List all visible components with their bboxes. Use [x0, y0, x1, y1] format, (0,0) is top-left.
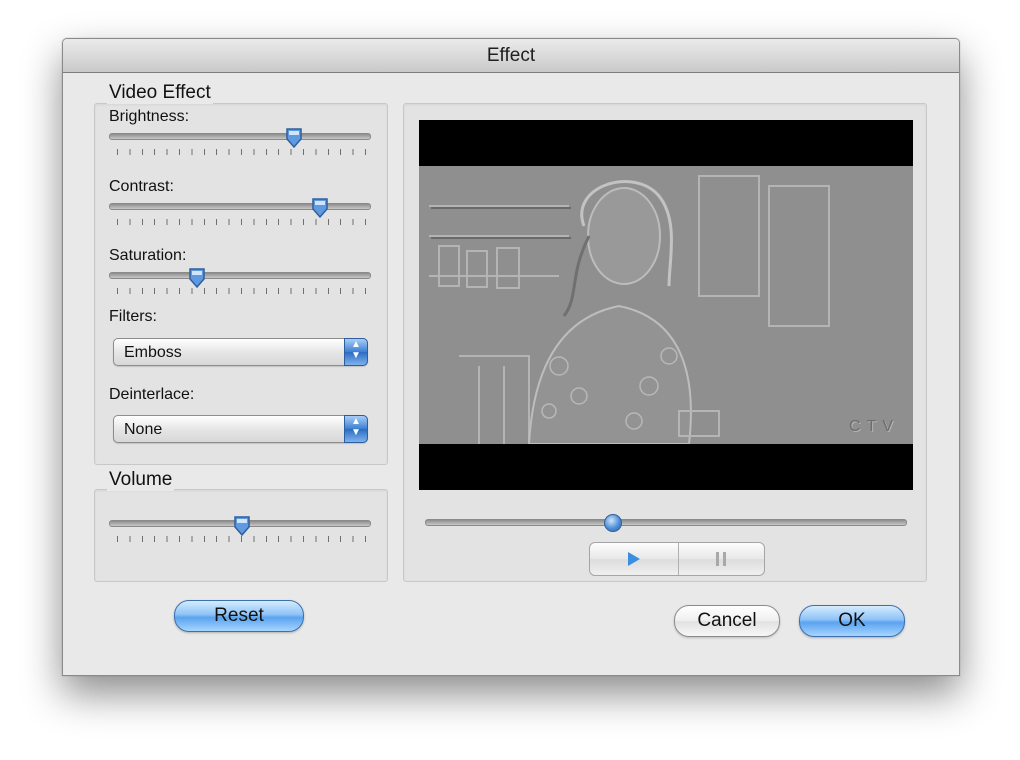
deinterlace-value: None — [124, 421, 163, 438]
effect-dialog: Effect Video Effect Brightness: Contrast… — [62, 38, 960, 676]
seek-slider[interactable] — [425, 519, 907, 526]
volume-thumb[interactable] — [233, 515, 251, 537]
title-bar[interactable]: Effect — [63, 39, 959, 73]
contrast-ticks — [117, 219, 367, 225]
saturation-thumb[interactable] — [188, 267, 206, 289]
filters-popup[interactable]: Emboss ▲ ▼ — [113, 338, 368, 366]
pause-icon — [716, 552, 726, 566]
saturation-slider[interactable] — [109, 272, 371, 279]
video-watermark: CTV — [849, 418, 899, 435]
brightness-slider[interactable] — [109, 133, 371, 140]
updown-arrows-icon: ▲ ▼ — [344, 415, 368, 443]
saturation-ticks — [117, 288, 367, 294]
reset-button[interactable]: Reset — [174, 600, 304, 632]
volume-legend: Volume — [107, 469, 175, 491]
brightness-thumb[interactable] — [285, 127, 303, 149]
emboss-scene — [419, 166, 913, 444]
transport-controls — [589, 542, 765, 576]
video-frame: CTV — [419, 166, 913, 444]
contrast-thumb[interactable] — [311, 197, 329, 219]
brightness-label: Brightness: — [109, 108, 190, 125]
window-title: Effect — [486, 45, 536, 66]
pause-button[interactable] — [679, 543, 764, 575]
video-preview: CTV — [419, 120, 913, 490]
ok-button[interactable]: OK — [799, 605, 905, 637]
cancel-button[interactable]: Cancel — [674, 605, 780, 637]
deinterlace-popup[interactable]: None ▲ ▼ — [113, 415, 368, 443]
video-effect-legend: Video Effect — [107, 82, 213, 104]
filters-value: Emboss — [124, 344, 182, 361]
video-effect-group — [94, 103, 388, 465]
contrast-slider[interactable] — [109, 203, 371, 210]
updown-arrows-icon: ▲ ▼ — [344, 338, 368, 366]
filters-label: Filters: — [109, 308, 157, 325]
deinterlace-label: Deinterlace: — [109, 386, 195, 403]
saturation-label: Saturation: — [109, 247, 187, 264]
brightness-ticks — [117, 149, 367, 155]
contrast-label: Contrast: — [109, 178, 174, 195]
play-icon — [628, 552, 640, 566]
play-button[interactable] — [590, 543, 678, 575]
